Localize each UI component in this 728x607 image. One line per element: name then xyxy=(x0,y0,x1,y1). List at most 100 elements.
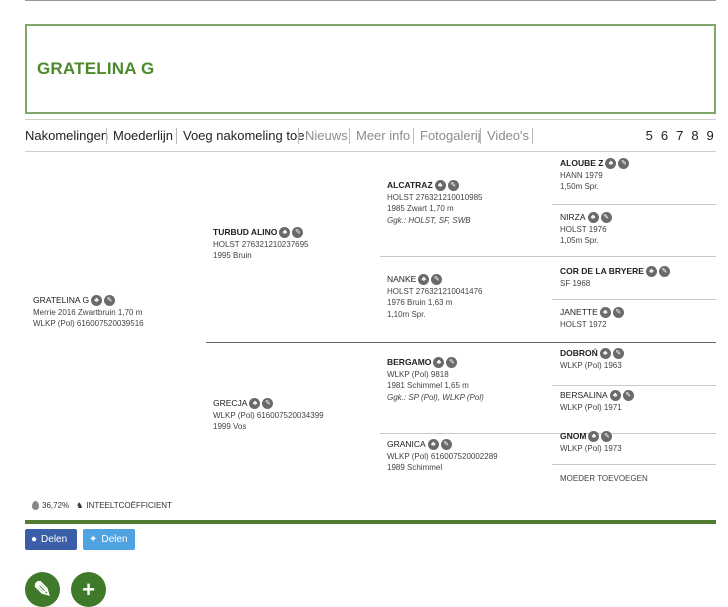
pedigree-divider xyxy=(552,204,716,205)
family-icon[interactable]: ♣ xyxy=(427,439,439,451)
horse-g4[interactable]: BERSALINA ♣ ✎ WLKP (Pol) 1971 xyxy=(560,390,634,413)
horse-info: 1976 Bruin 1,63 m xyxy=(387,298,453,307)
horse-g4[interactable]: GNOM ♣ ✎ WLKP (Pol) 1973 xyxy=(560,431,622,454)
edit-icon[interactable]: ✎ xyxy=(446,357,458,369)
horse-name[interactable]: BERGAMO xyxy=(387,357,431,369)
horse-sire[interactable]: TURBUD ALINO ♣ ✎ HOLST 276321210237695 199… xyxy=(213,227,309,262)
edit-icon[interactable]: ✎ xyxy=(618,158,630,170)
tab-nakomelingen[interactable]: Nakomelingen xyxy=(25,128,108,143)
tab-separator xyxy=(106,128,107,144)
tab-nieuws[interactable]: Nieuws xyxy=(305,128,348,143)
edit-icon[interactable]: ✎ xyxy=(601,431,613,443)
edit-icon[interactable]: ✎ xyxy=(612,348,624,360)
family-icon[interactable]: ♣ xyxy=(645,266,657,278)
horse-g4[interactable]: ALOUBE Z ♣ ✎ HANN 1979 1,50m Spr. xyxy=(560,158,630,193)
horse-dam-sire[interactable]: BERGAMO ♣ ✎ WLKP (Pol) 9818 1981 Schimmel … xyxy=(387,357,484,403)
pedigree-divider xyxy=(380,256,716,257)
horse-g4[interactable]: NIRZA ♣ ✎ HOLST 1976 1,05m Spr. xyxy=(560,212,612,247)
family-icon[interactable]: ♣ xyxy=(587,212,599,224)
horse-name[interactable]: DOBROŃ xyxy=(560,348,598,360)
horse-name[interactable]: ALOUBE Z xyxy=(560,158,603,170)
edit-icon[interactable]: ✎ xyxy=(440,439,452,451)
tab-fotogalerij[interactable]: Fotogalerij xyxy=(420,128,481,143)
pedigree-divider xyxy=(552,385,716,386)
family-icon[interactable]: ♣ xyxy=(599,307,611,319)
family-icon[interactable]: ♣ xyxy=(249,398,261,410)
add-mother-label[interactable]: MOEDER TOEVOEGEN xyxy=(560,473,648,485)
bottom-bar xyxy=(25,520,716,524)
tab-separator xyxy=(349,128,350,144)
edit-button[interactable]: ✎ xyxy=(25,572,60,607)
page-title: GRATELINA G xyxy=(37,59,155,78)
pedigree-divider xyxy=(380,433,716,434)
tab-meer-info[interactable]: Meer info xyxy=(356,128,410,143)
tab-separator xyxy=(480,128,481,144)
horse-sire-sire[interactable]: ALCATRAZ ♣ ✎ HOLST 276321210010985 1985 Zw… xyxy=(387,180,483,226)
horse-g4[interactable]: JANETTE ♣ ✎ HOLST 1972 xyxy=(560,307,624,330)
add-button[interactable]: + xyxy=(71,572,106,607)
family-icon[interactable]: ♣ xyxy=(605,158,617,170)
horse-info: WLKP (Pol) 616007520002289 xyxy=(387,451,498,461)
horse-g4[interactable]: COR DE LA BRYERE ♣ ✎ SF 1968 xyxy=(560,266,670,289)
horse-info: 1999 Vos xyxy=(213,422,247,431)
horse-dam-dam[interactable]: GRANICA ♣ ✎ WLKP (Pol) 616007520002289 198… xyxy=(387,439,498,474)
horse-name[interactable]: BERSALINA xyxy=(560,390,608,402)
edit-icon: ✎ xyxy=(33,577,52,602)
edit-icon[interactable]: ✎ xyxy=(622,390,634,402)
horse-info: WLKP (Pol) 1973 xyxy=(560,443,622,453)
horse-name[interactable]: COR DE LA BRYERE xyxy=(560,266,644,278)
horse-dam[interactable]: GRECJA ♣ ✎ WLKP (Pol) 616007520034399 1999… xyxy=(213,398,324,433)
family-icon[interactable]: ♣ xyxy=(599,348,611,360)
horse-name[interactable]: JANETTE xyxy=(560,307,598,319)
horse-info: HOLST 1976 xyxy=(560,224,607,234)
page-numbers[interactable]: 5 6 7 8 9 xyxy=(646,128,716,143)
edit-icon[interactable]: ✎ xyxy=(431,274,443,286)
edit-icon[interactable]: ✎ xyxy=(600,212,612,224)
horse-name[interactable]: ALCATRAZ xyxy=(387,180,433,192)
horse-icon: ♞ xyxy=(76,501,84,510)
tab-moederlijn[interactable]: Moederlijn xyxy=(113,128,173,143)
horse-info: WLKP (Pol) 616007520034399 xyxy=(213,410,324,420)
family-icon[interactable]: ♣ xyxy=(433,357,445,369)
horse-info: HOLST 276321210041476 xyxy=(387,286,483,296)
horse-name[interactable]: TURBUD ALINO xyxy=(213,227,277,239)
edit-icon[interactable]: ✎ xyxy=(447,180,459,192)
family-icon[interactable]: ♣ xyxy=(434,180,446,192)
horse-sire-dam[interactable]: NANKE ♣ ✎ HOLST 276321210041476 1976 Bruin… xyxy=(387,274,483,320)
horse-g4[interactable]: DOBROŃ ♣ ✎ WLKP (Pol) 1963 xyxy=(560,348,624,371)
edit-icon[interactable]: ✎ xyxy=(612,307,624,319)
top-divider xyxy=(25,0,716,3)
horse-info: 1,50m Spr. xyxy=(560,182,599,191)
pedigree-divider xyxy=(552,464,716,465)
tab-voeg-nakomeling[interactable]: Voeg nakomeling toe xyxy=(183,128,304,143)
horse-info: 1989 Schimmel xyxy=(387,463,443,472)
horse-name[interactable]: NANKE xyxy=(387,274,416,286)
horse-name[interactable]: GRECJA xyxy=(213,398,247,410)
share-label: Delen xyxy=(101,534,128,545)
edit-icon[interactable]: ✎ xyxy=(104,295,116,307)
tab-separator xyxy=(532,128,533,144)
family-icon[interactable]: ♣ xyxy=(279,227,291,239)
horse-info: HANN 1979 xyxy=(560,170,603,180)
add-mother-link[interactable]: MOEDER TOEVOEGEN xyxy=(560,473,648,485)
twitter-share-button[interactable]: ✦ Delen xyxy=(83,529,135,550)
family-icon[interactable]: ♣ xyxy=(609,390,621,402)
horse-info: WLKP (Pol) 9818 xyxy=(387,369,449,379)
tab-videos[interactable]: Video's xyxy=(487,128,529,143)
family-icon[interactable]: ♣ xyxy=(588,431,600,443)
edit-icon[interactable]: ✎ xyxy=(292,227,304,239)
horse-info: Ggk.: HOLST, SF, SWB xyxy=(387,215,471,225)
horse-subject[interactable]: GRATELINA G ♣ ✎ Merrie 2016 Zwartbruin 1,7… xyxy=(33,295,144,330)
family-icon[interactable]: ♣ xyxy=(418,274,430,286)
pedigree-divider xyxy=(206,342,716,343)
horse-name[interactable]: GRATELINA G xyxy=(33,295,89,307)
horse-name[interactable]: GNOM xyxy=(560,431,586,443)
edit-icon[interactable]: ✎ xyxy=(658,266,670,278)
family-icon[interactable]: ♣ xyxy=(91,295,103,307)
tab-separator xyxy=(176,128,177,144)
edit-icon[interactable]: ✎ xyxy=(262,398,274,410)
horse-name[interactable]: NIRZA xyxy=(560,212,586,224)
facebook-share-button[interactable]: ● Delen xyxy=(25,529,77,550)
pedigree-divider xyxy=(552,299,716,300)
horse-name[interactable]: GRANICA xyxy=(387,439,426,451)
